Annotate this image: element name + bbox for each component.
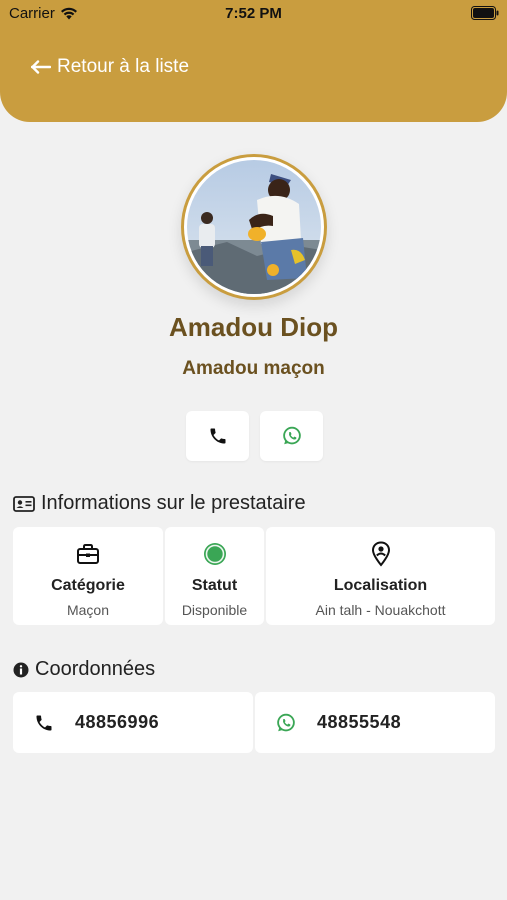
contact-section-label: Coordonnées <box>35 658 156 680</box>
contact-whatsapp-row[interactable]: 48855548 <box>255 692 495 753</box>
arrow-left-icon <box>31 60 51 74</box>
location-label: Localisation <box>333 577 428 594</box>
status-dot-icon <box>203 543 226 565</box>
location-card: Localisation Ain talh - Nouakchott <box>266 527 495 625</box>
contact-whatsapp-number: 48855548 <box>317 712 402 732</box>
status-value: Disponible <box>181 602 248 618</box>
provider-subtitle: Amadou maçon <box>182 358 325 379</box>
whatsapp-icon <box>277 713 295 731</box>
avatar-photo <box>187 160 321 294</box>
phone-icon <box>210 428 225 444</box>
call-button[interactable] <box>186 411 249 461</box>
battery-icon <box>471 6 499 20</box>
contact-section-title: Coordonnées <box>13 658 155 681</box>
category-value: Maçon <box>66 602 110 618</box>
whatsapp-icon <box>282 426 301 445</box>
category-label: Catégorie <box>51 577 125 594</box>
status-time: 7:52 PM <box>225 5 282 22</box>
provider-name: Amadou Diop <box>169 312 338 342</box>
phone-icon <box>36 715 52 730</box>
whatsapp-button[interactable] <box>260 411 323 461</box>
profile-avatar <box>181 154 327 300</box>
status-label: Statut <box>191 577 238 594</box>
status-bar: Carrier 7:52 PM <box>0 0 507 28</box>
back-link-label: Retour à la liste <box>57 56 190 77</box>
category-card: Catégorie Maçon <box>13 527 163 625</box>
location-value: Ain talh - Nouakchott <box>315 602 446 618</box>
contact-phone-row[interactable]: 48856996 <box>13 692 253 753</box>
info-circle-icon <box>13 662 29 677</box>
info-section-title: Informations sur le prestataire <box>13 492 306 515</box>
back-to-list-link[interactable]: Retour à la liste <box>31 56 189 78</box>
info-section-label: Informations sur le prestataire <box>41 492 306 514</box>
contact-phone-number: 48856996 <box>75 712 160 732</box>
briefcase-icon <box>77 544 99 564</box>
status-card: Statut Disponible <box>165 527 264 625</box>
location-pin-icon <box>371 541 390 567</box>
id-card-icon <box>13 495 35 512</box>
